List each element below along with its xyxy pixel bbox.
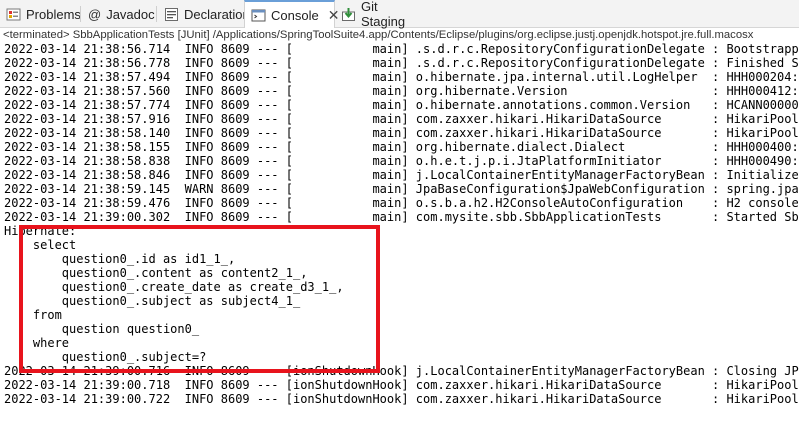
log-line: 2022-03-14 21:38:56.714 INFO 8609 --- [ …: [4, 42, 799, 56]
tab-git-staging[interactable]: Git Staging: [335, 0, 430, 29]
log-line: 2022-03-14 21:39:00.718 INFO 8609 --- [i…: [4, 378, 799, 392]
log-line: 2022-03-14 21:38:57.494 INFO 8609 --- [ …: [4, 70, 799, 84]
log-line: 2022-03-14 21:39:00.722 INFO 8609 --- [i…: [4, 392, 799, 406]
sql-line: question0_.id as id1_1_,: [4, 252, 236, 266]
tab-separator: [156, 6, 157, 22]
tab-label: Console: [271, 7, 319, 23]
sql-line: select: [4, 238, 77, 252]
tab-label: Declaration: [184, 6, 250, 22]
log-line: 2022-03-14 21:38:56.778 INFO 8609 --- [ …: [4, 56, 799, 70]
log-line: 2022-03-14 21:38:57.774 INFO 8609 --- [ …: [4, 98, 799, 112]
log-line: 2022-03-14 21:39:00.716 INFO 8609 --- [i…: [4, 364, 799, 378]
tab-separator: [80, 6, 81, 22]
tab-label: Problems: [26, 6, 81, 22]
git-staging-icon: [341, 7, 356, 22]
sql-line: question0_.create_date as create_d3_1_,: [4, 280, 344, 294]
view-tab-bar: Problems @ Javadoc Declaration Console ✕…: [0, 0, 799, 29]
log-line: 2022-03-14 21:38:58.155 INFO 8609 --- [ …: [4, 140, 799, 154]
sql-line: from: [4, 308, 62, 322]
tab-label: Javadoc: [106, 6, 155, 22]
sql-line: question0_.subject=?: [4, 350, 207, 364]
sql-line: question0_.content as content2_1_,: [4, 266, 308, 280]
log-line: 2022-03-14 21:38:58.838 INFO 8609 --- [ …: [4, 154, 799, 168]
log-line: 2022-03-14 21:38:58.140 INFO 8609 --- [ …: [4, 126, 799, 140]
console-output[interactable]: 2022-03-14 21:38:56.714 INFO 8609 --- [ …: [0, 41, 799, 422]
sql-line: question0_.subject as subject4_1_: [4, 294, 308, 308]
log-line: 2022-03-14 21:39:00.302 INFO 8609 --- [ …: [4, 210, 799, 224]
log-line: 2022-03-14 21:38:59.145 WARN 8609 --- [ …: [4, 182, 799, 196]
sql-line: question question0_: [4, 322, 207, 336]
tab-problems[interactable]: Problems: [0, 0, 81, 28]
console-icon: [251, 8, 266, 23]
log-line: 2022-03-14 21:38:57.916 INFO 8609 --- [ …: [4, 112, 799, 126]
tab-console[interactable]: Console ✕: [244, 0, 339, 28]
tab-javadoc[interactable]: @ Javadoc: [82, 0, 156, 28]
declaration-icon: [164, 7, 179, 22]
problems-icon: [6, 7, 21, 22]
sql-line: Hibernate:: [4, 224, 84, 238]
tab-declaration[interactable]: Declaration: [158, 0, 250, 28]
log-line: 2022-03-14 21:38:58.846 INFO 8609 --- [ …: [4, 168, 799, 182]
tab-label: Git Staging: [361, 0, 406, 29]
sql-line: where: [4, 336, 70, 350]
log-line: 2022-03-14 21:38:57.560 INFO 8609 --- [ …: [4, 84, 799, 98]
log-line: 2022-03-14 21:38:59.476 INFO 8609 --- [ …: [4, 196, 799, 210]
at-icon: @: [88, 6, 102, 22]
